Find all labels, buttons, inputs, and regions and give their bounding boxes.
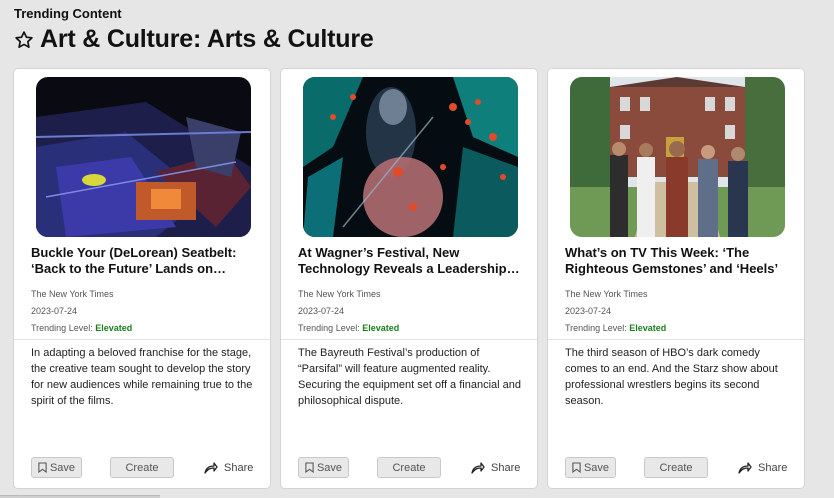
share-icon <box>204 461 218 474</box>
trending-level-label: Trending Level: <box>31 323 93 333</box>
article-source: The New York Times <box>31 289 114 299</box>
article-title[interactable]: What’s on TV This Week: ‘The Righteous G… <box>565 245 793 277</box>
share-button[interactable]: Share <box>471 458 520 477</box>
share-label: Share <box>224 461 254 474</box>
save-button[interactable]: Save <box>31 457 82 478</box>
save-label: Save <box>49 461 76 474</box>
card-list: Buckle Your (DeLorean) Seatbelt: ‘Back t… <box>13 68 805 489</box>
article-date: 2023-07-24 <box>31 306 78 316</box>
share-label: Share <box>491 461 521 474</box>
article-card: At Wagner’s Festival, New Technology Rev… <box>280 68 538 489</box>
article-date: 2023-07-24 <box>565 306 612 316</box>
article-image[interactable] <box>36 77 251 237</box>
trending-level-label: Trending Level: <box>565 323 627 333</box>
save-button[interactable]: Save <box>298 457 349 478</box>
create-button[interactable]: Create <box>110 457 174 478</box>
article-card: What’s on TV This Week: ‘The Righteous G… <box>547 68 805 489</box>
article-description: The Bayreuth Festival’s production of “P… <box>298 347 522 407</box>
share-button[interactable]: Share <box>738 458 787 477</box>
trending-level: Trending Level: Elevated <box>565 323 666 333</box>
bookmark-icon <box>572 462 581 473</box>
trending-level-label: Trending Level: <box>298 323 360 333</box>
article-source: The New York Times <box>298 289 381 299</box>
trending-level-value: Elevated <box>629 323 667 333</box>
page-header: Trending Content Art & Culture: Arts & C… <box>14 6 374 54</box>
trending-level: Trending Level: Elevated <box>31 323 132 333</box>
trending-level-value: Elevated <box>362 323 400 333</box>
share-icon <box>738 461 752 474</box>
article-image[interactable] <box>570 77 785 237</box>
article-title[interactable]: At Wagner’s Festival, New Technology Rev… <box>298 245 526 277</box>
share-button[interactable]: Share <box>204 458 253 477</box>
title-row: Art & Culture: Arts & Culture <box>14 25 374 54</box>
save-label: Save <box>316 461 343 474</box>
bookmark-icon <box>38 462 47 473</box>
bookmark-icon <box>305 462 314 473</box>
article-source: The New York Times <box>565 289 648 299</box>
article-card: Buckle Your (DeLorean) Seatbelt: ‘Back t… <box>13 68 271 489</box>
article-title[interactable]: Buckle Your (DeLorean) Seatbelt: ‘Back t… <box>31 245 259 277</box>
section-label: Trending Content <box>14 6 122 21</box>
share-icon <box>471 461 485 474</box>
page-title: Art & Culture: Arts & Culture <box>40 25 374 53</box>
create-button[interactable]: Create <box>377 457 441 478</box>
article-description: In adapting a beloved franchise for the … <box>31 347 253 407</box>
article-image[interactable] <box>303 77 518 237</box>
divider <box>548 339 804 340</box>
divider <box>281 339 537 340</box>
article-date: 2023-07-24 <box>298 306 345 316</box>
save-label: Save <box>583 461 610 474</box>
star-icon[interactable] <box>14 30 34 50</box>
create-button[interactable]: Create <box>644 457 708 478</box>
trending-level-value: Elevated <box>95 323 133 333</box>
article-description: The third season of HBO’s dark comedy co… <box>565 347 778 407</box>
share-label: Share <box>758 461 788 474</box>
divider <box>14 339 270 340</box>
trending-level: Trending Level: Elevated <box>298 323 399 333</box>
save-button[interactable]: Save <box>565 457 616 478</box>
